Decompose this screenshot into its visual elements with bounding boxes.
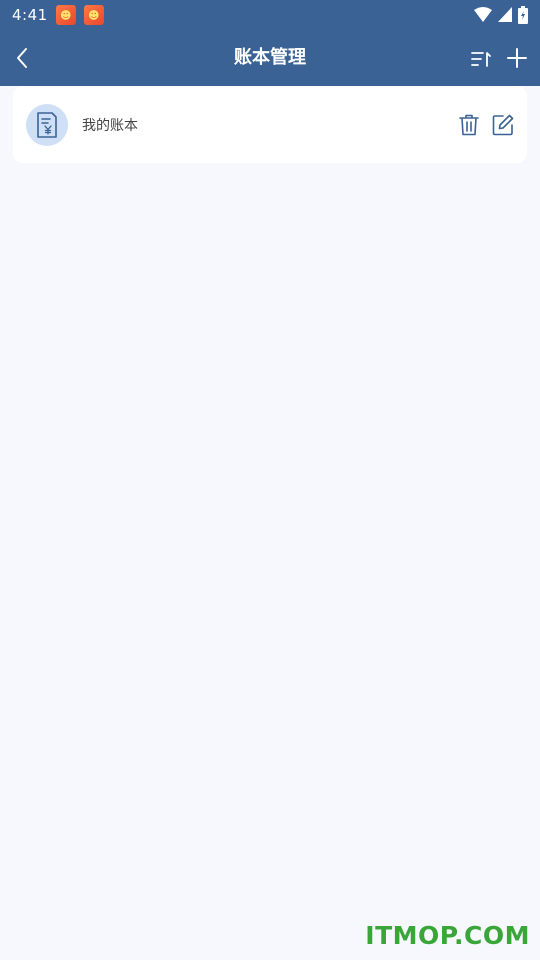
book-name: 我的账本 bbox=[82, 117, 138, 134]
edit-icon bbox=[492, 114, 514, 135]
status-left: 4:41 ☻ ☻ bbox=[12, 5, 104, 25]
plus-icon bbox=[507, 48, 527, 68]
chevron-left-icon bbox=[17, 48, 27, 68]
delete-button[interactable] bbox=[458, 114, 480, 136]
app-bar: 账本管理 bbox=[0, 30, 540, 86]
app-notification-icon: ☻ bbox=[83, 5, 104, 25]
status-right bbox=[474, 6, 528, 24]
wifi-icon bbox=[474, 7, 492, 22]
book-avatar bbox=[26, 103, 68, 146]
page-title: 账本管理 bbox=[234, 47, 306, 68]
signal-icon bbox=[498, 7, 512, 22]
sort-icon bbox=[471, 52, 491, 67]
app-notification-icon: ☻ bbox=[55, 5, 76, 25]
edit-button[interactable] bbox=[492, 114, 514, 136]
sort-button[interactable] bbox=[466, 44, 496, 74]
status-bar: 4:41 ☻ ☻ bbox=[0, 0, 540, 30]
book-list-item[interactable]: 我的账本 bbox=[13, 86, 527, 163]
back-button[interactable] bbox=[6, 42, 38, 74]
watermark-text: ITMOP.COM bbox=[365, 921, 530, 950]
ledger-yen-icon bbox=[37, 111, 57, 138]
add-book-button[interactable] bbox=[502, 43, 532, 73]
book-actions bbox=[458, 114, 514, 136]
status-time: 4:41 bbox=[12, 6, 48, 24]
battery-icon bbox=[518, 6, 528, 24]
trash-icon bbox=[459, 114, 479, 135]
